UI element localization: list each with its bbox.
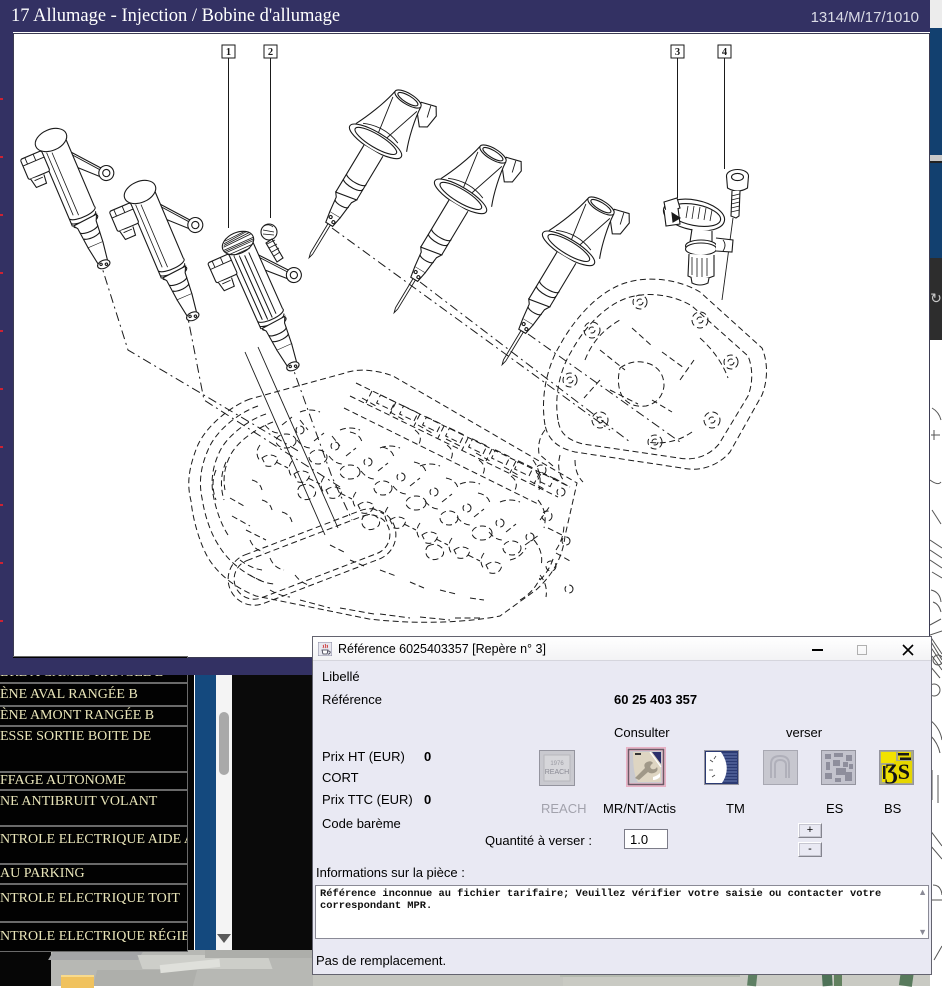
svg-text:1: 1 — [226, 47, 231, 58]
svg-text:REACH: REACH — [545, 769, 570, 776]
svg-text:3: 3 — [675, 47, 680, 58]
svg-text:ƷS: ƷS — [885, 759, 910, 784]
svg-text:1976: 1976 — [550, 761, 564, 767]
svg-text:2: 2 — [268, 47, 273, 58]
svg-text:4: 4 — [722, 47, 728, 58]
